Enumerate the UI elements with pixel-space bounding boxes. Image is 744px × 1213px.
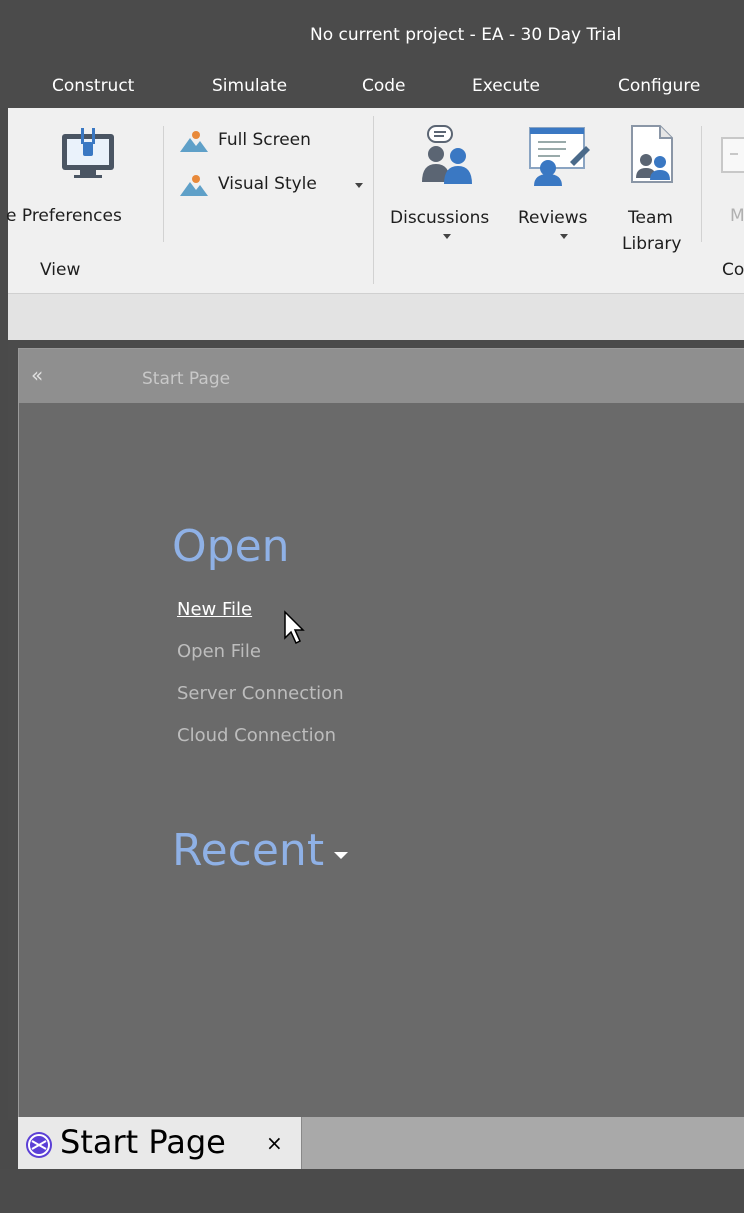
full-screen-button[interactable]: Full Screen <box>180 128 350 156</box>
recent-heading[interactable]: Recent <box>172 825 324 876</box>
ribbon-separator <box>163 126 164 242</box>
mouse-cursor-icon <box>284 610 305 645</box>
menu-simulate[interactable]: Simulate <box>212 76 287 96</box>
open-file-link[interactable]: Open File <box>177 641 261 662</box>
team-library-button[interactable]: Team Library <box>612 118 696 254</box>
window-title: No current project - EA - 30 Day Trial <box>310 25 622 45</box>
ribbon-separator <box>373 116 374 284</box>
chevron-down-icon <box>355 183 363 188</box>
new-file-link[interactable]: New File <box>177 599 252 620</box>
cloud-connection-link[interactable]: Cloud Connection <box>177 725 336 746</box>
preferences-icon <box>62 128 114 178</box>
ribbon: e Preferences Full Screen Visual Style V… <box>6 108 744 294</box>
tab-label: Start Page <box>60 1123 226 1161</box>
chevron-down-icon <box>560 234 568 239</box>
tab-start-page[interactable]: Start Page × <box>18 1117 302 1169</box>
preferences-label: e Preferences <box>6 206 122 226</box>
start-page-icon <box>26 1132 52 1158</box>
menu-construct[interactable]: Construct <box>52 76 134 96</box>
menu-configure[interactable]: Configure <box>618 76 700 96</box>
ribbon-separator <box>701 126 702 242</box>
menu-code[interactable]: Code <box>362 76 406 96</box>
team-label: Team <box>628 208 673 228</box>
team-library-icon <box>631 125 673 183</box>
menu-bar: Construct Simulate Code Execute Configur… <box>0 70 744 108</box>
document-tab-strip: Start Page × <box>18 1117 744 1169</box>
collapse-icon[interactable]: « <box>31 363 43 387</box>
partial-button-label: M <box>730 206 744 226</box>
partial-group-label: Co <box>722 260 744 280</box>
title-bar: No current project - EA - 30 Day Trial <box>0 0 744 70</box>
discussions-icon <box>422 125 472 184</box>
view-group-label: View <box>40 260 81 280</box>
reviews-button[interactable]: Reviews <box>514 118 606 243</box>
preferences-button[interactable]: e Preferences <box>6 116 158 228</box>
panel-title: Start Page <box>142 369 231 389</box>
close-icon[interactable]: × <box>266 1131 283 1155</box>
chevron-down-icon <box>443 234 451 239</box>
discussions-label: Discussions <box>390 208 490 228</box>
recent-dropdown-icon[interactable] <box>334 852 348 859</box>
start-page-content: « Start Page <box>18 348 744 1119</box>
menu-execute[interactable]: Execute <box>472 76 540 96</box>
reviews-icon <box>529 127 590 186</box>
partial-ribbon-button[interactable]: M <box>714 128 744 228</box>
panel-header: « Start Page <box>19 349 744 403</box>
toolbar-strip <box>8 294 744 340</box>
library-label: Library <box>622 234 682 254</box>
open-heading: Open <box>172 521 290 572</box>
visual-style-icon <box>180 175 208 196</box>
discussions-button[interactable]: Discussions <box>388 118 510 243</box>
server-connection-link[interactable]: Server Connection <box>177 683 344 704</box>
reviews-label: Reviews <box>518 208 588 228</box>
partial-button-icon <box>721 137 744 173</box>
start-page-panel: « Start Page <box>8 340 744 1120</box>
full-screen-label: Full Screen <box>218 130 311 150</box>
visual-style-label: Visual Style <box>218 174 317 194</box>
status-bar <box>0 1169 744 1213</box>
visual-style-button[interactable]: Visual Style <box>180 172 370 200</box>
full-screen-icon <box>180 131 208 152</box>
